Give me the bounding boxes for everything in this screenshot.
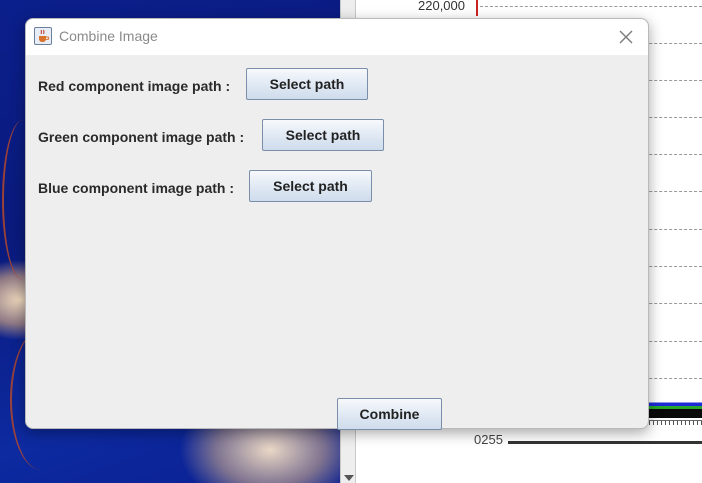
combine-image-dialog: Combine Image Red component image path :… [25, 18, 649, 430]
histogram-marker [476, 0, 478, 16]
histogram-bars [649, 396, 702, 418]
histogram-axis-ticks [649, 420, 702, 425]
red-select-path-button[interactable]: Select path [246, 68, 368, 100]
red-path-label: Red component image path : [38, 78, 231, 94]
histogram-x-label: 0255 [474, 432, 503, 447]
green-path-label: Green component image path : [38, 129, 245, 145]
scroll-down-icon[interactable] [344, 475, 354, 481]
blue-select-path-button[interactable]: Select path [249, 170, 372, 202]
dialog-titlebar[interactable]: Combine Image [26, 19, 648, 55]
dialog-title: Combine Image [59, 28, 158, 44]
close-icon[interactable] [616, 27, 636, 47]
combine-button[interactable]: Combine [337, 398, 442, 430]
java-cup-icon [34, 27, 52, 45]
green-select-path-button[interactable]: Select path [262, 119, 384, 151]
histogram-x-axis [508, 441, 702, 444]
blue-path-label: Blue component image path : [38, 180, 235, 196]
histogram-gridline [480, 6, 702, 7]
histogram-y-tick: 220,000 [418, 0, 465, 13]
